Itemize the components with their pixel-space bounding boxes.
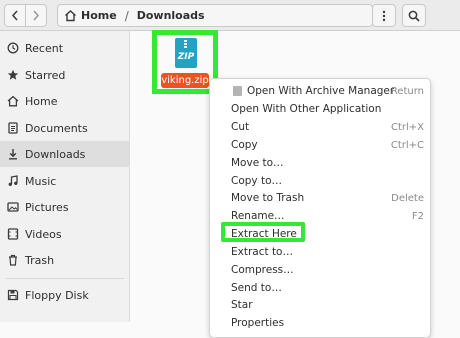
menu-item-star[interactable]: Star [210,296,430,314]
video-icon [7,228,19,240]
sidebar-item-label: Floppy Disk [25,288,89,302]
menu-item-open-with-archive-manager[interactable]: Open With Archive Manager Return [210,82,430,100]
file-name-label: viking.zip [161,73,209,88]
sidebar-item-videos[interactable]: Videos [0,221,129,247]
search-button[interactable] [402,4,426,27]
download-icon [7,148,19,160]
context-menu: Open With Archive Manager Return Open Wi… [209,78,431,338]
menu-item-copy-to[interactable]: Copy to… [210,172,430,190]
menu-item-properties[interactable]: Properties [210,314,430,332]
menu-item-move-to-trash[interactable]: Move to Trash Delete [210,189,430,207]
menu-item-label: Move to… [231,157,284,169]
sidebar-item-downloads[interactable]: Downloads [0,141,129,167]
menu-item-label: Extract Here [231,228,297,240]
trash-icon [7,254,19,266]
menu-item-label: Star [231,299,253,311]
menu-item-label: Extract to… [231,246,293,258]
sidebar-item-label: Documents [25,121,88,135]
sidebar-item-starred[interactable]: Starred [0,62,129,88]
menu-item-label: Send to… [231,282,282,294]
header-bar: Home / Downloads [0,0,460,31]
menu-item-label: Copy to… [231,175,283,187]
menu-item-label: Open With Archive Manager [247,85,395,97]
sidebar-item-home[interactable]: Home [0,88,129,114]
path-bar: Home / Downloads [57,4,373,27]
sidebar-item-label: Home [25,94,58,108]
menu-item-label: Properties [231,317,285,329]
menu-item-shortcut: Return [390,85,424,97]
sidebar-item-documents[interactable]: Documents [0,115,129,141]
forward-button[interactable] [25,4,47,27]
menu-item-label: Copy [231,139,258,151]
music-note-icon [7,175,19,187]
sidebar-item-trash[interactable]: Trash [0,247,129,273]
menu-item-move-to[interactable]: Move to… [210,154,430,172]
sidebar-item-music[interactable]: Music [0,168,129,194]
path-menu-button[interactable] [372,4,396,27]
menu-item-shortcut: Ctrl+C [390,139,424,151]
sidebar-item-floppy-disk[interactable]: Floppy Disk [0,282,129,308]
sidebar-item-label: Downloads [25,147,86,161]
menu-item-compress[interactable]: Compress… [210,261,430,279]
image-icon [7,201,19,213]
sidebar-item-label: Trash [25,253,55,267]
menu-item-send-to[interactable]: Send to… [210,279,430,297]
chevron-left-icon [11,10,18,21]
menu-item-extract-here[interactable]: Extract Here [210,225,430,243]
menu-item-label: Open With Other Application [231,103,382,115]
menu-item-open-with-other-application[interactable]: Open With Other Application [210,100,430,118]
breadcrumb-current[interactable]: Downloads [137,9,205,22]
zip-icon-text: ZIP [177,52,195,62]
home-icon [64,9,77,22]
sidebar-item-label: Recent [25,41,64,55]
breadcrumb-home[interactable]: Home [81,9,117,22]
menu-item-shortcut: F2 [411,210,424,222]
menu-item-cut[interactable]: Cut Ctrl+X [210,118,430,136]
menu-item-label: Compress… [231,264,294,276]
sidebar-item-label: Music [25,174,57,188]
search-icon [408,10,420,22]
star-icon [7,69,19,81]
home-icon [7,95,19,107]
menu-item-label: Rename… [231,210,285,222]
menu-item-label: Move to Trash [231,192,305,204]
sidebar-item-recent[interactable]: Recent [0,35,129,61]
sidebar-divider [6,278,124,279]
menu-item-shortcut: Ctrl+X [390,121,424,133]
chevron-right-icon [33,10,40,21]
zip-archive-icon: ZIP [175,38,197,68]
menu-item-extract-to[interactable]: Extract to… [210,243,430,261]
menu-item-shortcut: Delete [391,192,424,204]
menu-item-label: Cut [231,121,250,133]
menu-item-copy[interactable]: Copy Ctrl+C [210,136,430,154]
back-button[interactable] [4,4,26,27]
sidebar-item-label: Pictures [25,200,69,214]
sidebar: Recent Starred Home Documents Downloads … [0,31,130,322]
zipper-graphic [184,40,187,49]
floppy-disk-icon [7,289,19,301]
clock-icon [7,42,19,54]
document-icon [7,122,19,134]
breadcrumb-separator: / [124,8,129,23]
vertical-ellipsis-icon [382,10,386,21]
sidebar-item-label: Starred [25,68,66,82]
sidebar-item-pictures[interactable]: Pictures [0,194,129,220]
archive-manager-icon [233,86,242,96]
sidebar-item-label: Videos [25,227,62,241]
